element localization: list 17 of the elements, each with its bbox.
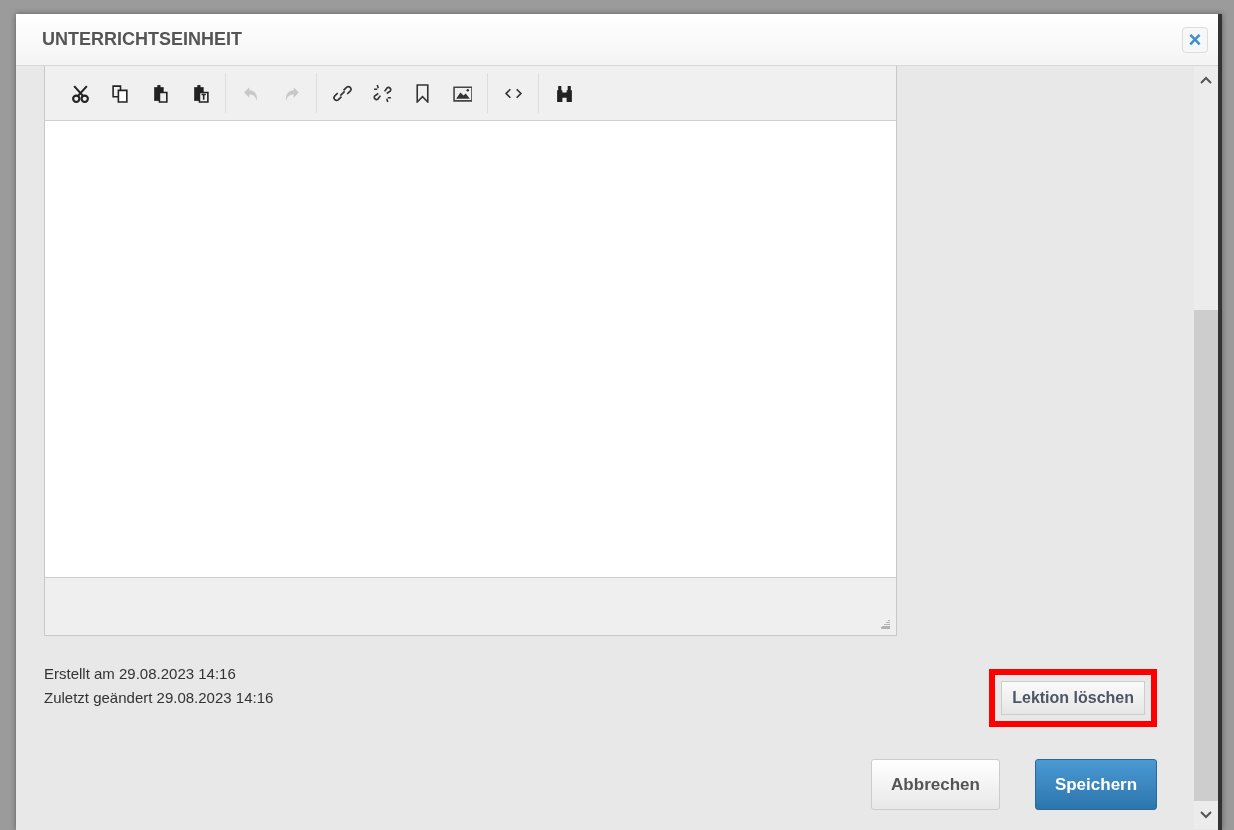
cut-icon[interactable] — [70, 83, 90, 103]
timestamp-text: Zuletzt geändert 29.08.2023 14:16 — [44, 688, 274, 708]
delete-lesson-button[interactable]: Lektion löschen — [1001, 681, 1145, 715]
scroll-up-icon[interactable] — [1200, 76, 1212, 84]
resize-grip-icon[interactable] — [880, 619, 890, 629]
scroll-down-icon[interactable] — [1200, 811, 1212, 819]
copy-icon[interactable] — [110, 83, 130, 103]
link-icon[interactable] — [332, 83, 352, 103]
timestamp-text: Erstellt am 29.08.2023 14:16 — [44, 664, 237, 684]
scrollbar[interactable] — [1194, 66, 1218, 829]
binoculars-icon[interactable] — [554, 83, 574, 103]
unlink-icon[interactable] — [372, 83, 392, 103]
image-icon[interactable] — [452, 83, 472, 103]
save-button[interactable]: Speichern — [1035, 759, 1157, 810]
cancel-button[interactable]: Abbrechen — [871, 759, 1000, 810]
dialog-title: UNTERRICHTSEINHEIT — [42, 29, 242, 50]
scrollbar-thumb[interactable] — [1194, 310, 1218, 801]
